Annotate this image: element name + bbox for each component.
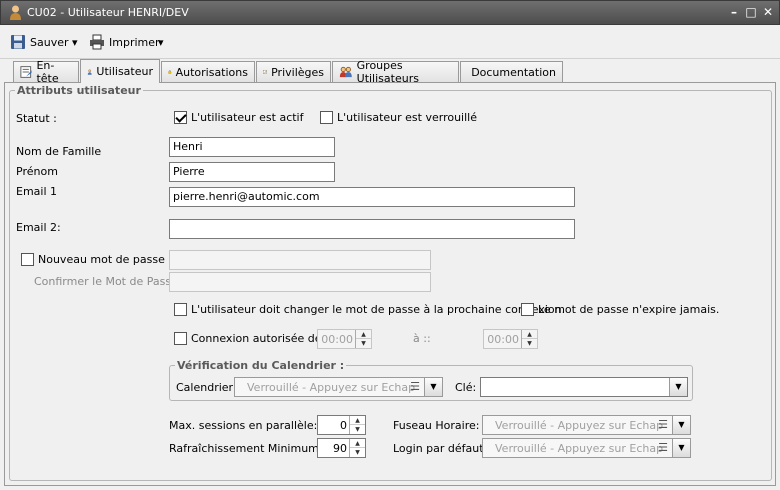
dropdown-arrow-icon[interactable]: ▼ — [669, 378, 687, 396]
locked-checkbox[interactable] — [320, 111, 333, 124]
privileges-doc-icon — [263, 70, 267, 74]
firstname-label: Prénom — [16, 165, 58, 178]
printer-icon — [90, 34, 104, 50]
up-arrow-icon[interactable]: ▲ — [350, 416, 365, 425]
group-title: Attributs utilisateur — [15, 84, 143, 97]
dropdown-arrow-icon[interactable]: ▼ — [424, 378, 442, 396]
user-panel: Attributs utilisateur Statut : L'utilisa… — [4, 82, 776, 486]
up-arrow-icon[interactable]: ▲ — [356, 330, 371, 339]
tab-en-tete[interactable]: En-tête — [13, 59, 79, 85]
title-bar: CU02 - Utilisateur HENRI/DEV – □ ✕ — [0, 0, 780, 25]
calendar-label: Calendrier: — [176, 381, 237, 394]
down-arrow-icon[interactable]: ▼ — [356, 339, 371, 348]
down-arrow-icon[interactable]: ▼ — [350, 448, 365, 457]
key-select[interactable]: ▼ — [480, 377, 688, 397]
new-password-field[interactable] — [169, 250, 431, 270]
to-label: à :: — [413, 332, 431, 345]
up-arrow-icon[interactable]: ▲ — [522, 330, 537, 339]
down-arrow-icon[interactable]: ▼ — [522, 339, 537, 348]
tab-label: Utilisateur — [96, 65, 153, 78]
dropdown-arrow-icon[interactable]: ▼ — [672, 416, 690, 434]
login-allowed-checkbox[interactable] — [174, 332, 187, 345]
lock-icon — [168, 70, 172, 74]
default-login-value: Verrouillé - Appuyez sur Echap — [495, 442, 664, 455]
print-dropdown-icon[interactable]: ▾ — [158, 32, 164, 52]
save-dropdown-icon[interactable]: ▾ — [72, 32, 78, 52]
tab-autorisations[interactable]: Autorisations — [161, 61, 255, 82]
confirm-password-field[interactable] — [169, 272, 431, 292]
active-checkbox[interactable] — [174, 111, 187, 124]
window-title: CU02 - Utilisateur HENRI/DEV — [27, 6, 189, 19]
up-arrow-icon[interactable]: ▲ — [350, 439, 365, 448]
close-button[interactable]: ✕ — [760, 5, 776, 21]
email2-field[interactable] — [169, 219, 575, 239]
refresh-label: Rafraîchissement Minimum: — [169, 442, 323, 455]
time-to-value: 00:00 — [487, 333, 519, 346]
user-group-icon — [339, 66, 352, 78]
must-change-password-checkbox[interactable] — [174, 303, 187, 316]
tab-privileges[interactable]: Privilèges — [256, 61, 331, 82]
max-sessions-stepper[interactable]: 0 ▲ ▼ — [317, 415, 366, 435]
timezone-select[interactable]: Verrouillé - Appuyez sur Echap ☰ ▼ — [482, 415, 691, 435]
default-login-select[interactable]: Verrouillé - Appuyez sur Echap ☰ ▼ — [482, 438, 691, 458]
active-label: L'utilisateur est actif — [191, 111, 304, 124]
user-icon — [10, 5, 21, 20]
header-doc-icon — [20, 66, 32, 78]
user-tab-icon — [87, 68, 92, 75]
tab-label: Documentation — [471, 65, 556, 79]
down-arrow-icon[interactable]: ▼ — [350, 425, 365, 434]
max-sessions-value: 0 — [340, 419, 347, 432]
tab-label: Privilèges — [271, 65, 324, 79]
never-expire-checkbox[interactable] — [521, 303, 534, 316]
calendar-group-title: Vérification du Calendrier : — [175, 359, 347, 372]
save-label: Sauver — [30, 35, 69, 49]
time-from-value: 00:00 — [321, 333, 353, 346]
maximize-button[interactable]: □ — [743, 5, 759, 21]
minimize-button[interactable]: – — [726, 5, 742, 21]
refresh-stepper[interactable]: 90 ▲ ▼ — [317, 438, 366, 458]
tab-utilisateur[interactable]: Utilisateur — [80, 59, 160, 83]
print-button[interactable]: Imprimer — [89, 32, 160, 52]
firstname-field[interactable]: Pierre — [169, 162, 335, 182]
login-allowed-label: Connexion autorisée de : — [191, 332, 329, 345]
confirm-password-label: Confirmer le Mot de Passe: — [34, 275, 182, 288]
list-icon: ☰ — [658, 441, 668, 454]
locked-label: L'utilisateur est verrouillé — [337, 111, 477, 124]
new-password-checkbox[interactable] — [21, 253, 34, 266]
timezone-label: Fuseau Horaire: — [393, 419, 480, 432]
tab-groupes-utilisateurs[interactable]: Groupes Utilisateurs — [332, 59, 459, 85]
max-sessions-label: Max. sessions en parallèle: — [169, 419, 318, 432]
tab-label: Autorisations — [175, 65, 248, 79]
key-label: Clé: — [455, 381, 477, 394]
save-button[interactable]: Sauver — [10, 32, 69, 52]
toolbar: Sauver ▾ Imprimer ▾ — [0, 25, 780, 59]
lastname-field[interactable]: Henri — [169, 137, 335, 157]
print-label: Imprimer — [109, 35, 160, 49]
must-change-password-label: L'utilisateur doit changer le mot de pas… — [191, 303, 566, 316]
timezone-value: Verrouillé - Appuyez sur Echap — [495, 419, 664, 432]
calendar-select[interactable]: Verrouillé - Appuyez sur Echap ☰ ▼ — [234, 377, 443, 397]
floppy-icon — [11, 35, 25, 49]
tab-bar: En-tête Utilisateur Autorisations Privil… — [0, 59, 780, 85]
dropdown-arrow-icon[interactable]: ▼ — [672, 439, 690, 457]
list-icon: ☰ — [658, 418, 668, 431]
list-icon: ☰ — [410, 380, 420, 393]
status-label: Statut : — [16, 112, 57, 125]
email1-label: Email 1 — [16, 185, 58, 198]
default-login-label: Login par défaut: — [393, 442, 488, 455]
lastname-label: Nom de Famille — [16, 145, 102, 158]
new-password-label: Nouveau mot de passe : — [38, 253, 173, 266]
email2-label: Email 2: — [16, 221, 61, 234]
time-from-stepper[interactable]: 00:00 ▲ ▼ — [317, 329, 372, 349]
refresh-value: 90 — [333, 442, 347, 455]
email1-field[interactable]: pierre.henri@automic.com — [169, 187, 575, 207]
time-to-stepper[interactable]: 00:00 ▲ ▼ — [483, 329, 538, 349]
never-expire-label: Le mot de passe n'expire jamais. — [538, 303, 720, 316]
calendar-value: Verrouillé - Appuyez sur Echap — [247, 381, 416, 394]
tab-documentation[interactable]: Documentation — [460, 61, 563, 82]
